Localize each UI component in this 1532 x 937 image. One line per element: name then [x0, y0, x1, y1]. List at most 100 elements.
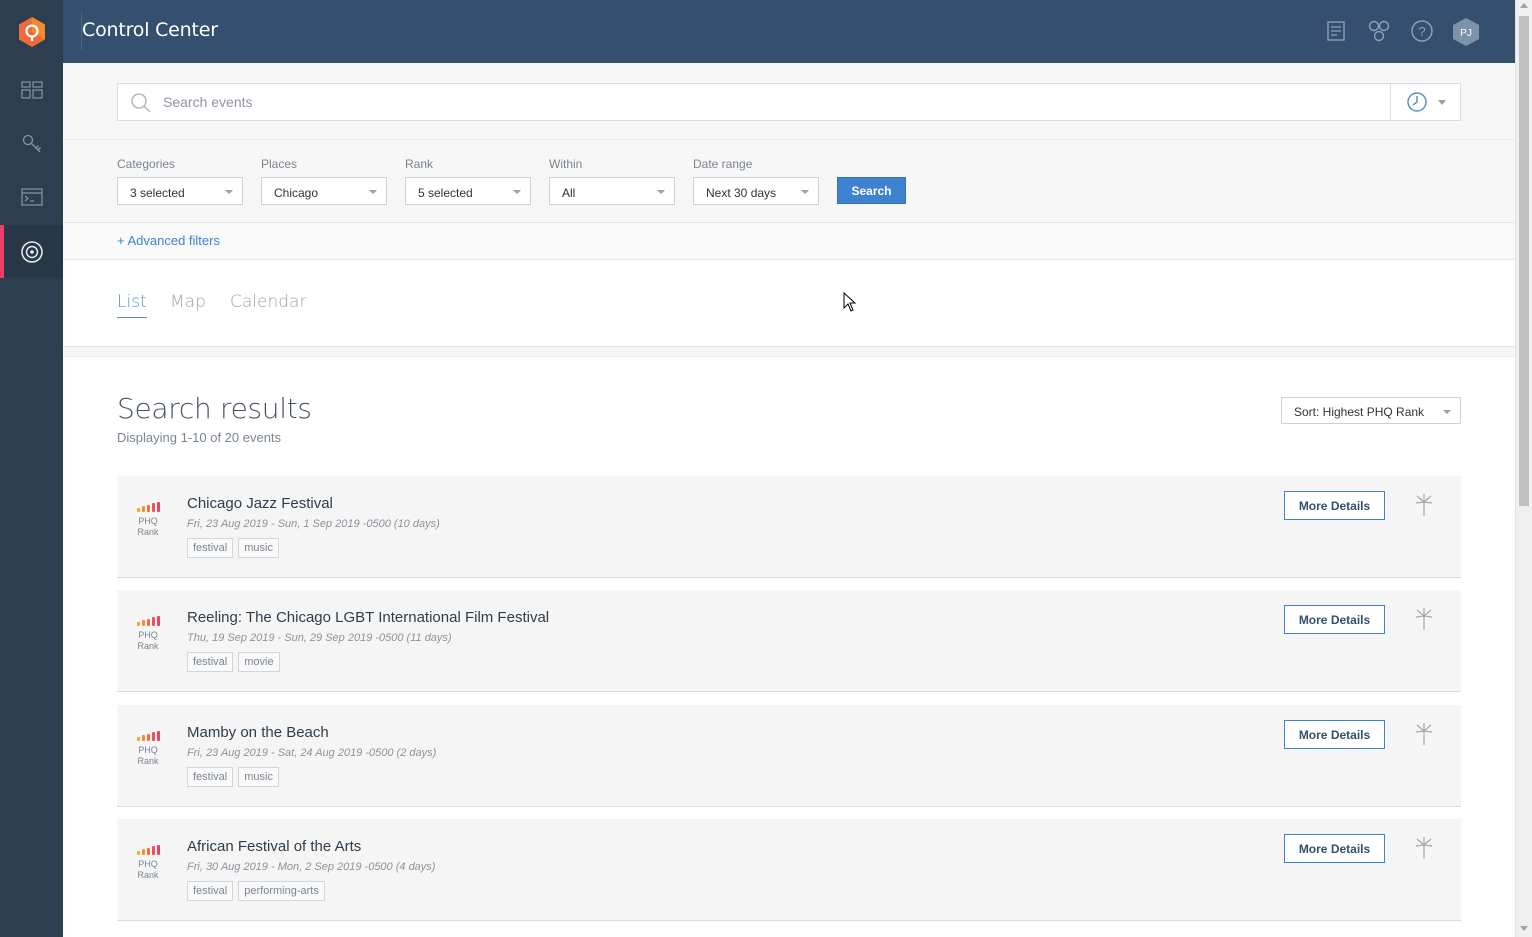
user-avatar[interactable]: PJ [1452, 17, 1480, 47]
view-tabs: List Map Calendar [63, 260, 1515, 347]
search-box [117, 83, 1461, 121]
scroll-up-arrow[interactable] [1520, 3, 1528, 8]
categories-select[interactable]: 3 selected [117, 177, 243, 205]
within-select[interactable]: All [549, 177, 675, 205]
results-count: Displaying 1-10 of 20 events [117, 430, 282, 445]
event-card[interactable]: PHQ Rank Reeling: The Chicago LGBT Intern… [117, 590, 1461, 692]
help-icon: ? [1411, 20, 1433, 42]
tab-map[interactable]: Map [170, 292, 206, 317]
tag: movie [238, 652, 280, 672]
logo-icon [18, 16, 45, 47]
event-tags: festival music [187, 538, 279, 558]
event-tags: festival movie [187, 652, 280, 672]
target-icon [20, 240, 43, 263]
search-history-dropdown[interactable] [1390, 84, 1460, 120]
select-value: Next 30 days [706, 186, 777, 200]
top-header: Control Center ? PJ [63, 0, 1515, 63]
app-title: Control Center [82, 19, 218, 41]
more-details-button[interactable]: More Details [1284, 605, 1385, 634]
filter-label: Date range [693, 157, 753, 171]
fireworks-icon [1415, 608, 1433, 630]
search-button[interactable]: Search [837, 177, 906, 204]
sort-select[interactable]: Sort: Highest PHQ Rank [1281, 397, 1461, 424]
tab-list[interactable]: List [117, 292, 147, 318]
rank-select[interactable]: 5 selected [405, 177, 531, 205]
select-value: 5 selected [418, 186, 473, 200]
svg-text:?: ? [1418, 24, 1425, 39]
filter-rank: Rank 5 selected [405, 157, 531, 205]
event-card[interactable]: PHQ Rank Chicago Jazz Festival Fri, 23 Au… [117, 476, 1461, 578]
sidebar-item-terminal[interactable] [0, 170, 63, 223]
rank-label: PHQ Rank [137, 630, 159, 651]
more-details-button[interactable]: More Details [1284, 834, 1385, 863]
svg-text:PJ: PJ [1460, 28, 1472, 39]
filter-places: Places Chicago [261, 157, 387, 205]
chevron-down-icon [801, 190, 809, 194]
tag: festival [187, 767, 234, 787]
phq-rank: PHQ Rank [135, 731, 161, 767]
tag: music [238, 767, 279, 787]
event-title[interactable]: Mamby on the Beach [187, 724, 329, 741]
event-title[interactable]: African Festival of the Arts [187, 838, 361, 855]
tab-calendar[interactable]: Calendar [230, 292, 306, 317]
chevron-down-icon [1437, 99, 1446, 105]
event-title[interactable]: Chicago Jazz Festival [187, 495, 333, 512]
event-title[interactable]: Reeling: The Chicago LGBT International … [187, 609, 549, 626]
sidebar-item-events[interactable] [0, 225, 63, 278]
help-button[interactable]: ? [1409, 18, 1435, 44]
rank-bars-icon [135, 502, 161, 512]
more-details-button[interactable]: More Details [1284, 491, 1385, 520]
dashboard-icon [20, 80, 43, 99]
logo[interactable] [0, 0, 63, 63]
apps-button[interactable] [1366, 18, 1392, 44]
places-select[interactable]: Chicago [261, 177, 387, 205]
more-details-button[interactable]: More Details [1284, 720, 1385, 749]
filter-label: Rank [405, 157, 434, 171]
search-input[interactable] [163, 84, 1363, 120]
chevron-down-icon [225, 190, 233, 194]
filter-label: Places [261, 157, 298, 171]
document-icon [1327, 21, 1345, 41]
terminal-icon [20, 187, 43, 206]
scroll-thumb[interactable] [1519, 16, 1529, 506]
rank-label: PHQ Rank [137, 859, 159, 880]
tag: festival [187, 881, 234, 901]
scroll-down-arrow[interactable] [1520, 926, 1528, 931]
filter-categories: Categories 3 selected [117, 157, 243, 205]
phq-rank: PHQ Rank [135, 845, 161, 881]
sidebar [0, 0, 63, 937]
results-title: Search results [117, 392, 312, 425]
date-range-select[interactable]: Next 30 days [693, 177, 819, 205]
apps-icon [1368, 20, 1390, 42]
rank-label: PHQ Rank [137, 516, 159, 537]
chevron-down-icon [513, 190, 521, 194]
tag: festival [187, 652, 234, 672]
sidebar-item-dashboard[interactable] [0, 63, 63, 116]
event-date: Thu, 19 Sep 2019 - Sun, 29 Sep 2019 -050… [187, 632, 452, 644]
divider [63, 347, 1515, 357]
avatar-icon: PJ [1453, 18, 1479, 46]
sidebar-item-keys[interactable] [0, 117, 63, 170]
page-scrollbar[interactable] [1515, 0, 1532, 937]
history-icon [1406, 92, 1427, 112]
search-area [63, 63, 1515, 140]
advanced-filters-link[interactable]: + Advanced filters [117, 233, 220, 248]
select-value: Sort: Highest PHQ Rank [1294, 405, 1425, 419]
phq-rank: PHQ Rank [135, 502, 161, 538]
fireworks-icon [1415, 723, 1433, 745]
select-value: Chicago [274, 186, 319, 200]
event-date: Fri, 30 Aug 2019 - Mon, 2 Sep 2019 -0500… [187, 861, 436, 873]
tag: performing-arts [238, 881, 325, 901]
filter-label: Within [549, 157, 583, 171]
rank-bars-icon [135, 731, 161, 741]
filter-within: Within All [549, 157, 675, 205]
event-tags: festival music [187, 767, 279, 787]
event-card[interactable]: PHQ Rank African Festival of the Arts Fri… [117, 819, 1461, 921]
event-date: Fri, 23 Aug 2019 - Sat, 24 Aug 2019 -050… [187, 747, 437, 759]
fireworks-icon [1415, 494, 1433, 516]
chevron-down-icon [1443, 410, 1451, 414]
docs-button[interactable] [1323, 18, 1349, 44]
chevron-down-icon [657, 190, 665, 194]
event-card[interactable]: PHQ Rank Mamby on the Beach Fri, 23 Aug 2… [117, 705, 1461, 807]
event-date: Fri, 23 Aug 2019 - Sun, 1 Sep 2019 -0500… [187, 518, 440, 530]
